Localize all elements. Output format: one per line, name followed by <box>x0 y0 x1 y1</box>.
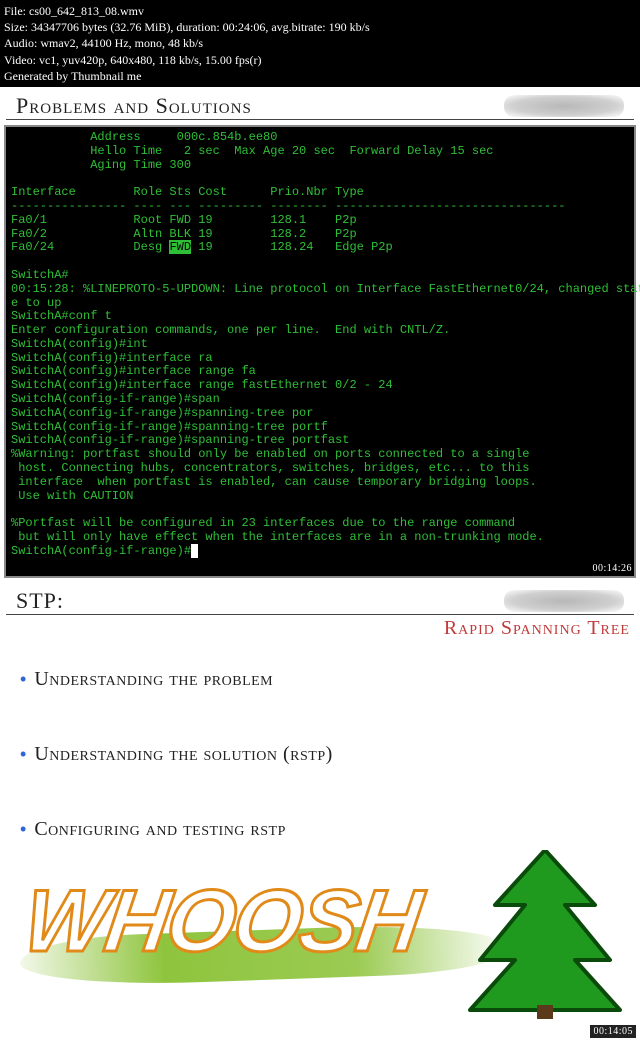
meta-size: Size: 34347706 bytes (32.76 MiB), durati… <box>4 19 636 35</box>
cursor-icon <box>191 544 198 558</box>
bullet-text: Configuring and testing rstp <box>34 818 286 841</box>
bullet-text: Understanding the problem <box>34 668 273 691</box>
meta-generated: Generated by Thumbnail me <box>4 68 636 84</box>
meta-video: Video: vc1, yuv420p, 640x480, 118 kb/s, … <box>4 52 636 68</box>
highlight-fwd: FWD <box>169 240 191 254</box>
whoosh-graphic: WHOOSH <box>0 850 640 1020</box>
terminal-output: Address 000c.854b.ee80 Hello Time 2 sec … <box>4 125 636 579</box>
brand-logo-icon <box>504 95 624 117</box>
slide2-title: STP: <box>16 588 64 614</box>
slide1-title: Problems and Solutions <box>16 93 252 119</box>
bullet-list: • Understanding the problem • Understand… <box>0 640 640 841</box>
slide2-header: STP: <box>6 584 634 615</box>
brand-logo-icon <box>504 590 624 612</box>
whoosh-text: WHOOSH <box>18 870 426 972</box>
slide1-header: Problems and Solutions <box>6 89 634 120</box>
bullet-icon: • <box>20 670 26 691</box>
thumbnail-timestamp-1: 00:14:26 <box>592 563 632 575</box>
bullet-icon: • <box>20 745 26 766</box>
meta-audio: Audio: wmav2, 44100 Hz, mono, 48 kb/s <box>4 35 636 51</box>
file-metadata: File: cs00_642_813_08.wmv Size: 34347706… <box>0 0 640 87</box>
slide2-subtitle: Rapid Spanning Tree <box>0 615 640 640</box>
bullet-icon: • <box>20 820 26 841</box>
list-item: • Configuring and testing rstp <box>20 818 630 841</box>
tree-icon <box>465 850 625 1020</box>
list-item: • Understanding the problem <box>20 668 630 691</box>
meta-file: File: cs00_642_813_08.wmv <box>4 3 636 19</box>
bullet-text: Understanding the solution (rstp) <box>34 743 332 766</box>
list-item: • Understanding the solution (rstp) <box>20 743 630 766</box>
thumbnail-timestamp-2: 00:14:05 <box>590 1025 636 1038</box>
